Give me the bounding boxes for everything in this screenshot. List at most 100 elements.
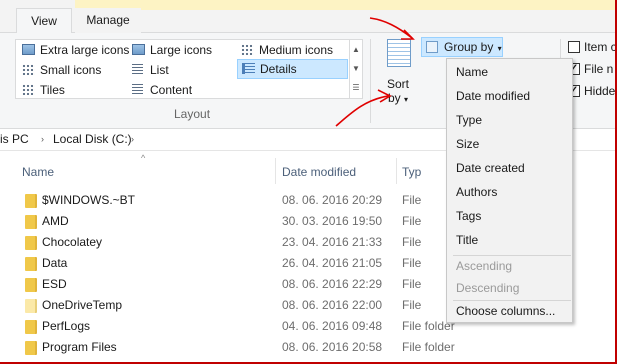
file-date: 08. 06. 2016 20:29	[282, 193, 383, 207]
layout-medium-icons[interactable]: Medium icons	[237, 41, 347, 59]
menu-item-ascending[interactable]: Ascending	[456, 255, 571, 277]
file-date: 08. 06. 2016 22:00	[282, 298, 383, 312]
tiles-icon	[22, 84, 35, 95]
file-name: ESD	[42, 277, 67, 291]
file-date: 08. 06. 2016 22:29	[282, 277, 383, 291]
menu-item-name[interactable]: Name	[456, 61, 571, 83]
folder-icon	[25, 299, 37, 313]
layout-large-icons[interactable]: Large icons	[128, 41, 228, 59]
tab-manage[interactable]: Manage	[75, 8, 141, 33]
tab-view[interactable]: View	[16, 8, 72, 33]
sort-by-icon	[387, 39, 411, 67]
show-item-label: File n	[584, 62, 614, 76]
menu-item-type[interactable]: Type	[456, 109, 571, 131]
sort-by-button[interactable]: Sort by ▾	[384, 37, 412, 117]
layout-item-label: Tiles	[40, 83, 65, 97]
menu-item-descending[interactable]: Descending	[456, 277, 571, 299]
file-type: File	[402, 256, 422, 270]
group-by-menu: Name Date modified Type Size Date create…	[446, 58, 573, 323]
chevron-down-icon: ▾	[495, 44, 502, 53]
file-type: File folder	[402, 340, 455, 354]
layout-content[interactable]: Content	[128, 81, 228, 99]
file-name-extensions-toggle[interactable]: ✓ File n	[568, 61, 613, 79]
layout-item-label: Medium icons	[259, 43, 334, 57]
file-row[interactable]: Program Files 08. 06. 2016 20:58 File fo…	[0, 337, 617, 358]
folder-icon	[25, 341, 37, 355]
large-icons-icon	[132, 44, 145, 55]
checkbox-icon[interactable]	[568, 41, 580, 53]
show-item-label: Hidde	[584, 84, 616, 98]
layout-item-label: Details	[260, 62, 297, 76]
column-divider[interactable]	[275, 158, 276, 184]
file-date: 04. 06. 2016 09:48	[282, 319, 383, 333]
layout-item-label: Content	[150, 83, 193, 97]
breadcrumb-local-disk[interactable]: Local Disk (C:)	[53, 129, 132, 150]
file-name: Data	[42, 256, 68, 270]
layout-group-label: Layout	[174, 107, 211, 121]
column-divider[interactable]	[396, 158, 397, 184]
scrollbar-thumb[interactable]	[600, 164, 610, 344]
scroll-up-icon[interactable]: ▲	[350, 40, 362, 59]
layout-gallery: Extra large icons Large icons Medium ico…	[15, 39, 363, 99]
menu-item-authors[interactable]: Authors	[456, 181, 571, 203]
file-name: AMD	[42, 214, 69, 228]
layout-list[interactable]: List	[128, 61, 228, 79]
file-name: Chocolatey	[42, 235, 103, 249]
sort-label-line1: Sort	[386, 77, 409, 91]
menu-item-size[interactable]: Size	[456, 133, 571, 155]
file-name: OneDriveTemp	[42, 298, 123, 312]
vertical-scrollbar[interactable]	[597, 153, 615, 362]
chevron-right-icon[interactable]: ›	[131, 129, 134, 150]
file-name: $WINDOWS.~BT	[42, 193, 136, 207]
group-by-button[interactable]: Group by ▾	[421, 37, 503, 57]
file-date: 30. 03. 2016 19:50	[282, 214, 383, 228]
hidden-items-toggle[interactable]: ✓ Hidde	[568, 83, 615, 101]
column-header-type[interactable]: Typ	[402, 161, 421, 183]
chevron-down-icon: ▾	[404, 95, 409, 104]
extra-large-icons-icon	[22, 44, 35, 55]
group-by-icon	[426, 41, 438, 53]
sort-by-label: Sort by ▾	[384, 77, 412, 107]
sort-label-line2: by ▾	[387, 91, 409, 105]
file-name: Program Files	[42, 340, 117, 354]
folder-icon	[25, 215, 37, 229]
group-by-label: Group by	[444, 40, 494, 54]
layout-details[interactable]: Details	[237, 59, 348, 79]
file-date: 23. 04. 2016 21:33	[282, 235, 383, 249]
breadcrumb-this-pc[interactable]: is PC	[0, 129, 29, 150]
item-checkboxes-toggle[interactable]: Item c	[568, 39, 617, 57]
layout-gallery-scroller: ▲ ▼ ☰	[349, 40, 362, 98]
details-icon	[242, 63, 255, 74]
menu-item-date-modified[interactable]: Date modified	[456, 85, 571, 107]
file-type: File	[402, 277, 422, 291]
file-name: PerfLogs	[42, 319, 91, 333]
file-type: File	[402, 235, 422, 249]
menu-item-choose-columns[interactable]: Choose columns...	[456, 300, 571, 322]
medium-icons-icon	[241, 44, 254, 55]
folder-icon	[25, 320, 37, 334]
layout-item-label: Large icons	[150, 43, 213, 57]
folder-icon	[25, 236, 37, 250]
scroll-down-icon[interactable]: ▼	[350, 59, 362, 78]
layout-item-label: List	[150, 63, 169, 77]
menu-item-tags[interactable]: Tags	[456, 205, 571, 227]
layout-tiles[interactable]: Tiles	[18, 81, 118, 99]
folder-icon	[25, 194, 37, 208]
file-type: File	[402, 298, 422, 312]
ribbon-separator	[370, 39, 371, 123]
ribbon-tab-strip: View Manage	[0, 0, 617, 33]
chevron-right-icon[interactable]: ›	[41, 129, 44, 150]
folder-icon	[25, 278, 37, 292]
column-header-date-modified[interactable]: Date modified	[282, 161, 356, 183]
column-header-name[interactable]: Name	[22, 161, 54, 183]
gallery-expand-icon[interactable]: ☰	[350, 78, 362, 97]
menu-item-date-created[interactable]: Date created	[456, 157, 571, 179]
layout-item-label: Extra large icons	[40, 43, 130, 57]
contextual-tab-band	[141, 0, 617, 10]
layout-extra-large-icons[interactable]: Extra large icons	[18, 41, 130, 59]
layout-small-icons[interactable]: Small icons	[18, 61, 118, 79]
file-date: 26. 04. 2016 21:05	[282, 256, 383, 270]
show-item-label: Item c	[584, 40, 617, 54]
file-type: File	[402, 193, 422, 207]
menu-item-title[interactable]: Title	[456, 229, 571, 251]
